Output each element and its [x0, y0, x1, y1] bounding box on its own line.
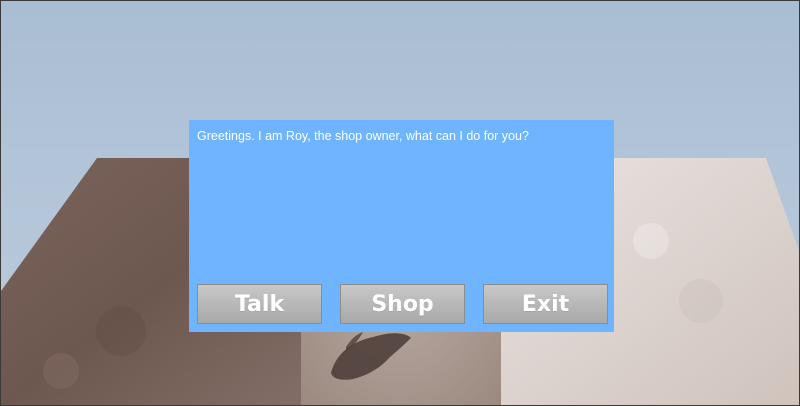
floor-speckle: [679, 279, 723, 323]
npc-dialog-box: Greetings. I am Roy, the shop owner, wha…: [189, 120, 614, 332]
exit-button-label: Exit: [521, 291, 570, 317]
shop-button[interactable]: Shop: [340, 284, 465, 324]
shop-button-label: Shop: [371, 291, 434, 317]
floor-speckle: [633, 223, 669, 259]
floor-speckle: [43, 353, 79, 389]
floor-speckle: [96, 306, 146, 356]
game-viewport: Greetings. I am Roy, the shop owner, wha…: [0, 0, 800, 406]
exit-button[interactable]: Exit: [483, 284, 608, 324]
talk-button-label: Talk: [234, 291, 285, 317]
talk-button[interactable]: Talk: [197, 284, 322, 324]
dialog-greeting-text: Greetings. I am Roy, the shop owner, wha…: [197, 129, 529, 143]
